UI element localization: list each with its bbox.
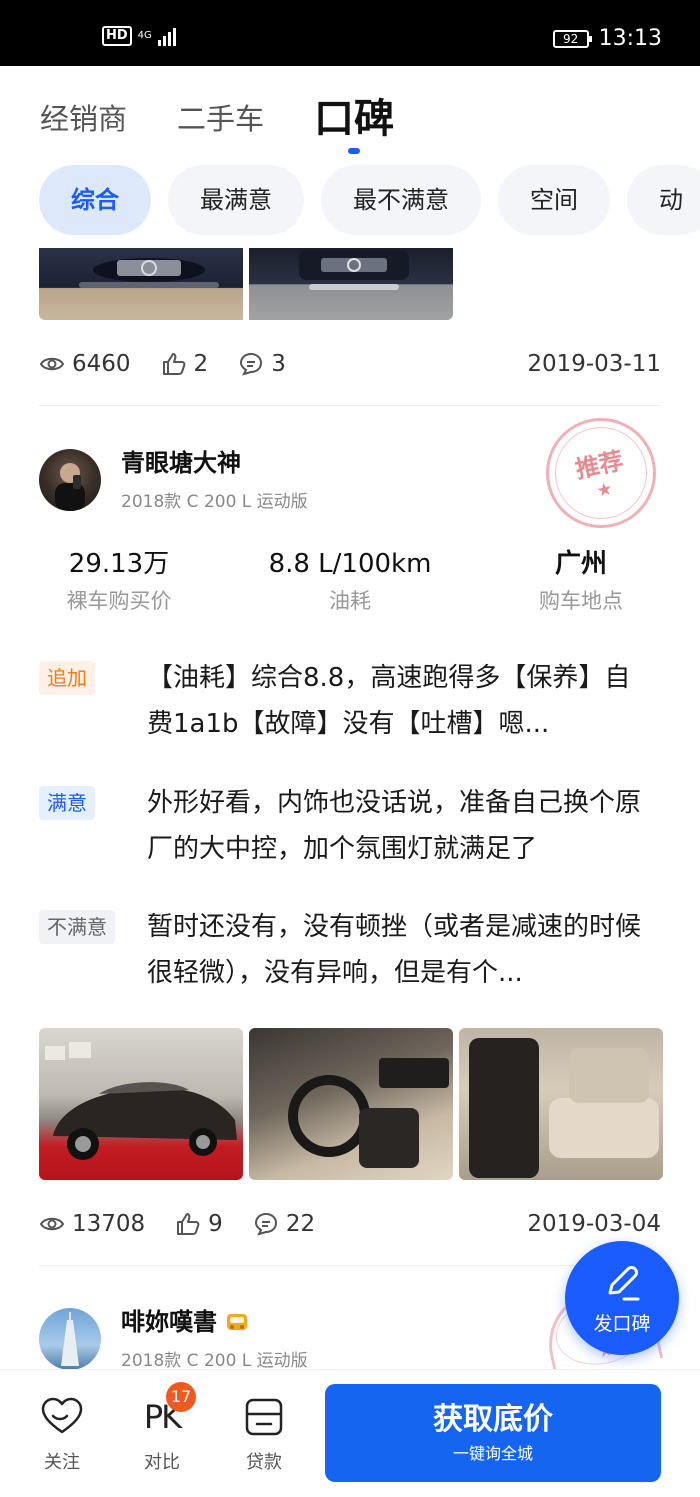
author-name[interactable]: 青眼塘大神 [121,447,308,479]
recommend-stamp: 推荐 ★ [535,407,667,539]
car-photo[interactable] [249,248,453,320]
status-right: 92 13:13 [552,26,662,51]
post-review-label: 发口碑 [593,1313,651,1335]
thumbs-up-icon [162,353,185,375]
car-model: 2018款 C 200 L 运动版 [121,1351,308,1371]
comment-count[interactable]: 3 [238,351,286,377]
loan-button[interactable]: 贷款 [224,1394,304,1474]
metric-fuel: 8.8 L/100km 油耗 [268,549,432,613]
review-text: 暂时还没有，没有顿挫（或者是减速的时候很轻微），没有异响，但是有个... [147,912,642,988]
top-tabs: 经销商 二手车 口碑 [40,84,395,154]
status-left: HD 4G [102,26,176,46]
post1-photos [39,248,453,320]
filter-least-satisfied[interactable]: 最不满意 [321,165,481,235]
get-lowest-price-button[interactable]: 获取底价 一键询全城 [325,1384,661,1482]
metric-price: 29.13万 裸车购买价 [66,549,172,613]
divider [39,1265,661,1266]
clock: 13:13 [598,26,662,51]
comment-icon [254,1212,277,1236]
filter-chips: 综合 最满意 最不满意 空间 动 [39,165,700,235]
tab-reviews-label: 口碑 [314,96,395,142]
post-date: 2019-03-04 [527,1211,661,1237]
star-icon: ★ [594,478,615,503]
pen-icon [608,1266,640,1301]
compare-badge: 17 [166,1382,196,1412]
battery-icon: 92 [552,29,592,48]
car-photo[interactable] [39,1028,243,1180]
avatar[interactable] [39,448,101,511]
filter-space[interactable]: 空间 [498,165,610,235]
tab-dealer[interactable]: 经销商 [40,94,127,144]
review-unsatisfied[interactable]: 不满意 暂时还没有，没有顿挫（或者是减速的时候很轻微），没有异响，但是有个... [39,904,661,988]
cta-title: 获取底价 [433,1402,553,1437]
post3-author[interactable]: 啡妳嘆書 2018款 C 200 L 运动版 [39,1306,308,1371]
car-photo[interactable] [39,248,243,320]
metric-location: 广州 购车地点 [539,549,623,613]
filter-most-satisfied[interactable]: 最满意 [168,165,304,235]
review-satisfied[interactable]: 满意 外形好看，内饰也没话说，准备自己换个原厂的大中控，加个氛围灯就满足了 [39,780,661,864]
follow-button[interactable]: 关注 [22,1394,102,1474]
post-date: 2019-03-11 [527,351,661,377]
like-count[interactable]: 9 [175,1211,223,1237]
compare-button[interactable]: PK 17 对比 [122,1382,202,1474]
comment-icon [240,352,263,376]
car-photo[interactable] [249,1028,453,1180]
review-text: 【油耗】综合8.8，高速跑得多【保养】自费1a1b【故障】没有【吐槽】嗯... [147,663,631,739]
status-bar: HD 4G 92 13:13 [0,0,700,66]
eye-icon [39,1217,65,1231]
review-additional[interactable]: 追加 【油耗】综合8.8，高速跑得多【保养】自费1a1b【故障】没有【吐槽】嗯.… [39,655,661,739]
thumbs-up-icon [177,1213,200,1235]
compare-label: 对比 [144,1452,180,1473]
active-tab-indicator [348,148,361,154]
review-text: 外形好看，内饰也没话说，准备自己换个原厂的大中控，加个氛围灯就满足了 [147,788,642,864]
post-review-button[interactable]: 发口碑 [565,1241,679,1355]
network-type: 4G [137,30,152,41]
tag-satisfied: 满意 [39,786,95,820]
tag-unsatisfied: 不满意 [39,910,115,944]
signal-icon [157,26,176,46]
comment-count[interactable]: 22 [253,1211,315,1237]
owner-badge-icon [227,1314,247,1330]
purchase-metrics: 29.13万 裸车购买价 8.8 L/100km 油耗 广州 购车地点 [39,547,661,615]
view-count: 6460 [39,351,131,377]
like-count[interactable]: 2 [161,351,208,377]
car-photo[interactable] [459,1028,663,1180]
loan-label: 贷款 [246,1452,282,1473]
heart-icon [41,1397,83,1434]
post2-author[interactable]: 青眼塘大神 2018款 C 200 L 运动版 [39,447,308,512]
post1-stats: 6460 2 3 2019-03-11 [39,348,661,380]
cta-subtitle: 一键询全城 [452,1444,533,1463]
author-name[interactable]: 啡妳嘆書 [121,1306,308,1338]
tab-used-car[interactable]: 二手车 [177,94,264,144]
post2-stats: 13708 9 22 2019-03-04 [39,1208,661,1240]
eye-icon [39,357,65,371]
post2-photos [39,1028,663,1180]
tab-reviews[interactable]: 口碑 [314,94,395,154]
avatar[interactable] [39,1307,101,1370]
bottom-bar: 关注 PK 17 对比 贷款 获取底价 一键询全城 [0,1370,700,1497]
view-count: 13708 [39,1211,145,1237]
filter-overall[interactable]: 综合 [39,165,151,235]
filter-power[interactable]: 动 [627,165,700,235]
card-icon [245,1398,283,1436]
hd-indicator: HD [102,26,132,46]
tag-additional: 追加 [39,661,95,695]
divider [39,405,661,406]
car-model: 2018款 C 200 L 运动版 [121,492,308,512]
follow-label: 关注 [44,1452,80,1473]
